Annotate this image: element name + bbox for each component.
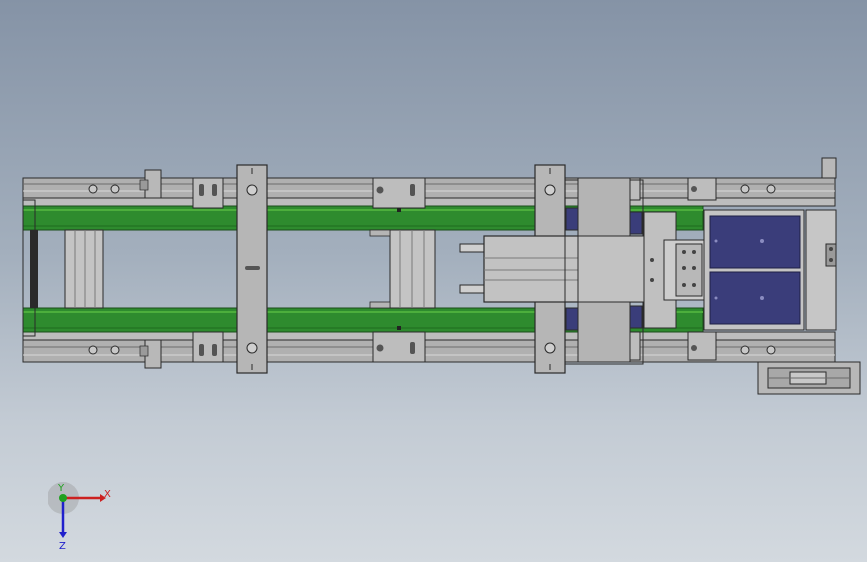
top-bracket-1[interactable] xyxy=(192,177,224,209)
top-bracket-2[interactable] xyxy=(372,177,426,209)
left-cross-support[interactable] xyxy=(64,229,104,309)
z-axis-label: Z xyxy=(59,541,66,550)
y-axis-label: Y xyxy=(57,483,65,494)
top-bracket-3[interactable] xyxy=(687,177,717,201)
cad-graphics-viewport[interactable]: X Y Z xyxy=(0,0,867,562)
y-axis-dot xyxy=(59,494,67,502)
coordinate-triad: X Y Z xyxy=(48,482,111,550)
bottom-bracket-2[interactable] xyxy=(372,331,426,363)
motor-base[interactable] xyxy=(757,361,861,395)
middle-cross-support[interactable] xyxy=(369,229,436,309)
bottom-bracket-3[interactable] xyxy=(687,331,717,361)
x-axis-label: X xyxy=(104,489,111,500)
right-product-pads[interactable] xyxy=(703,209,805,331)
conveyor-assembly-model[interactable] xyxy=(0,0,867,562)
left-mounting-plate[interactable] xyxy=(236,164,268,374)
z-axis-arrowhead xyxy=(59,532,67,538)
bottom-bracket-1[interactable] xyxy=(192,331,224,363)
